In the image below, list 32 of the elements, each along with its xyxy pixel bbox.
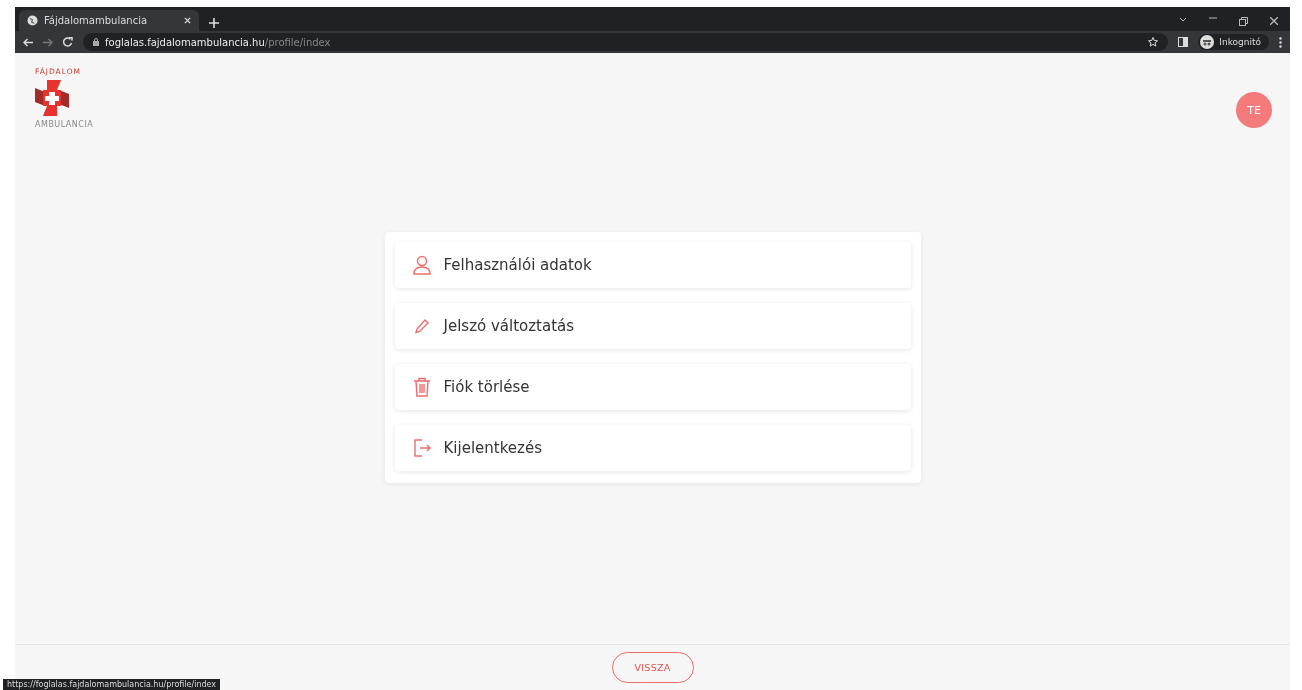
status-url: https://foglalas.fajdalomambulancia.hu/profile/index	[3, 679, 221, 690]
tab-search-icon[interactable]	[1179, 17, 1187, 22]
trash-icon	[412, 377, 431, 397]
forward-arrow-icon[interactable]	[43, 37, 53, 47]
back-arrow-icon[interactable]	[23, 37, 33, 47]
menu-item[interactable]: Jelszó változtatás	[394, 303, 911, 349]
tab-title: Fájdalomambulancia	[44, 15, 149, 26]
logout-icon	[412, 439, 431, 457]
star-icon[interactable]	[1148, 37, 1159, 47]
pencil-icon	[413, 318, 430, 334]
new-tab-icon[interactable]	[209, 18, 219, 28]
address-bar[interactable]: foglalas.fajdalomambulancia.hu/profile/index	[83, 33, 1169, 51]
logo-cross-icon	[35, 80, 69, 116]
logo-subtext: AMBULANCIA	[35, 120, 94, 129]
close-tab-icon[interactable]	[184, 17, 191, 24]
menu-item[interactable]: Fiók törlése	[394, 364, 911, 410]
back-button[interactable]: VISSZA	[611, 652, 694, 683]
menu-item[interactable]: Kijelentkezés	[394, 425, 911, 471]
incognito-icon	[1200, 35, 1215, 49]
menu-item[interactable]: Felhasználói adatok	[394, 242, 911, 288]
incognito-button[interactable]: Inkognitó	[1198, 34, 1269, 50]
more-menu-icon[interactable]	[1279, 36, 1282, 48]
close-icon[interactable]	[1270, 17, 1278, 25]
side-panel-icon[interactable]	[1178, 37, 1189, 47]
globe-icon	[27, 15, 38, 26]
browser-tab[interactable]: Fájdalomambulancia	[19, 10, 199, 31]
url-host: foglalas.fajdalomambulancia.hu	[105, 36, 265, 48]
lock-icon	[93, 38, 99, 46]
user-icon	[412, 255, 431, 275]
url-path: /profile/index	[264, 36, 331, 48]
reload-icon[interactable]	[63, 37, 73, 47]
restore-icon[interactable]	[1239, 17, 1248, 26]
